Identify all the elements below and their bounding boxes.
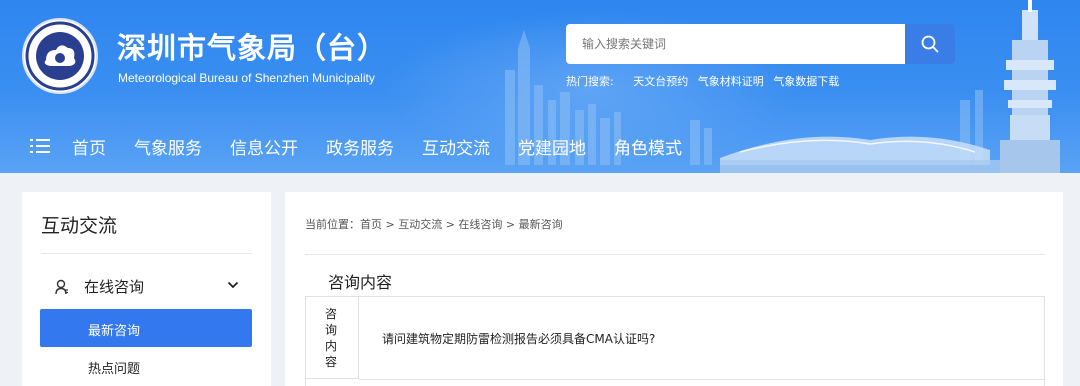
hot-search-link[interactable]: 气象材料证明	[698, 75, 764, 88]
nav-item-info-disclosure[interactable]: 信息公开	[230, 134, 298, 159]
sidebar-group-online-consult[interactable]: 在线咨询	[41, 276, 252, 298]
breadcrumb: 当前位置：首页 > 互动交流 > 在线咨询 > 最新咨询	[305, 218, 563, 231]
search-input[interactable]	[566, 24, 905, 64]
bureau-logo	[22, 18, 98, 94]
sidebar-title: 互动交流	[41, 215, 118, 237]
site-header: 深圳市气象局（台） Meteorological Bureau of Shenz…	[0, 0, 1080, 173]
main-content: 当前位置：首页 > 互动交流 > 在线咨询 > 最新咨询 咨询内容 咨询内容 请…	[285, 192, 1063, 386]
hot-search-link[interactable]: 气象数据下载	[773, 75, 839, 88]
nav-item-role-mode[interactable]: 角色模式	[614, 134, 682, 159]
hot-search-link[interactable]: 天文台预约	[633, 75, 688, 88]
nav-item-government-services[interactable]: 政务服务	[326, 134, 394, 159]
user-icon	[55, 279, 68, 295]
main-nav: 首页 气象服务 信息公开 政务服务 互动交流 党建园地 角色模式	[30, 133, 710, 159]
search-icon	[921, 35, 939, 53]
sidebar: 互动交流 在线咨询 最新咨询 热点问题	[22, 192, 271, 386]
chevron-down-icon	[227, 281, 239, 289]
main-divider	[305, 254, 1045, 255]
table-label-cell: 咨询内容	[306, 297, 359, 379]
nav-item-weather-services[interactable]: 气象服务	[134, 134, 202, 159]
sidebar-item-hot-questions[interactable]: 热点问题	[88, 358, 140, 377]
table-label: 咨询内容	[325, 307, 338, 369]
sidebar-group-label: 在线咨询	[84, 278, 145, 296]
hot-search: 热门搜索: 天文台预约 气象材料证明 气象数据下载	[566, 73, 845, 89]
consult-question: 请问建筑物定期防雷检测报告必须具备CMA认证吗?	[382, 332, 656, 346]
site-subtitle: Meteorological Bureau of Shenzhen Munici…	[118, 71, 375, 85]
search-box	[566, 24, 955, 64]
section-title: 咨询内容	[328, 273, 393, 292]
table-row-divider	[359, 379, 1045, 380]
sidebar-item-label: 最新咨询	[88, 324, 141, 339]
consult-table: 咨询内容 请问建筑物定期防雷检测报告必须具备CMA认证吗?	[305, 296, 1045, 386]
nav-item-party-building[interactable]: 党建园地	[518, 134, 586, 159]
nav-item-home[interactable]: 首页	[72, 134, 106, 159]
hot-search-label: 热门搜索:	[566, 75, 614, 88]
sidebar-divider	[41, 253, 252, 254]
sidebar-item-latest-consult[interactable]: 最新咨询	[40, 309, 252, 347]
menu-icon[interactable]	[30, 138, 50, 154]
nav-item-interaction[interactable]: 互动交流	[422, 134, 490, 159]
site-title: 深圳市气象局（台）	[117, 31, 388, 65]
search-button[interactable]	[905, 24, 955, 64]
